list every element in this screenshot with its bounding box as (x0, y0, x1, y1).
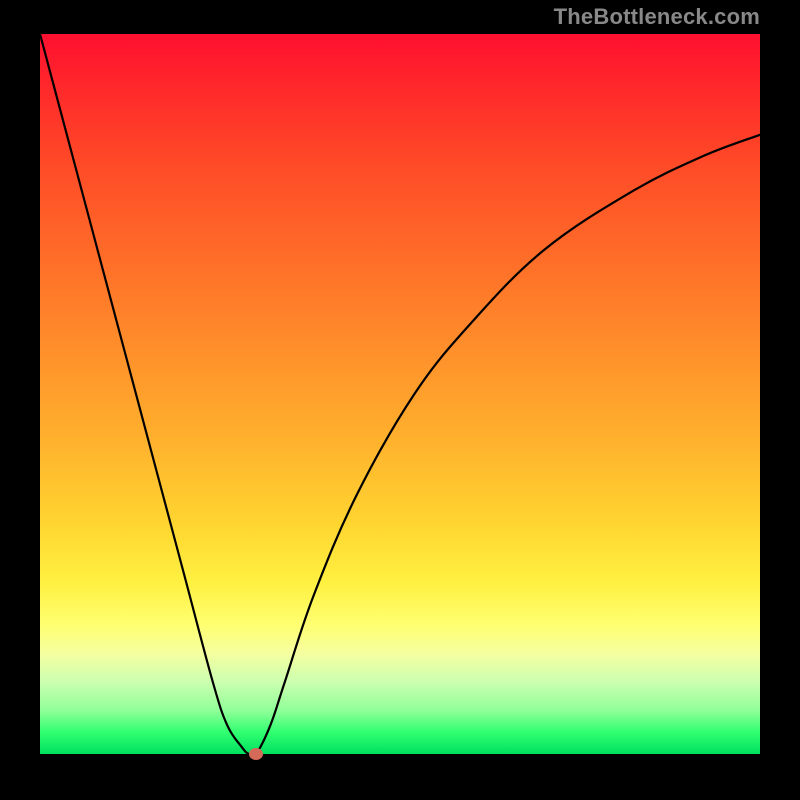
min-marker (249, 748, 263, 760)
curve-svg (40, 34, 760, 754)
bottleneck-curve (40, 34, 760, 757)
watermark-text: TheBottleneck.com (554, 4, 760, 30)
plot-area (40, 34, 760, 754)
chart-frame: TheBottleneck.com (0, 0, 800, 800)
